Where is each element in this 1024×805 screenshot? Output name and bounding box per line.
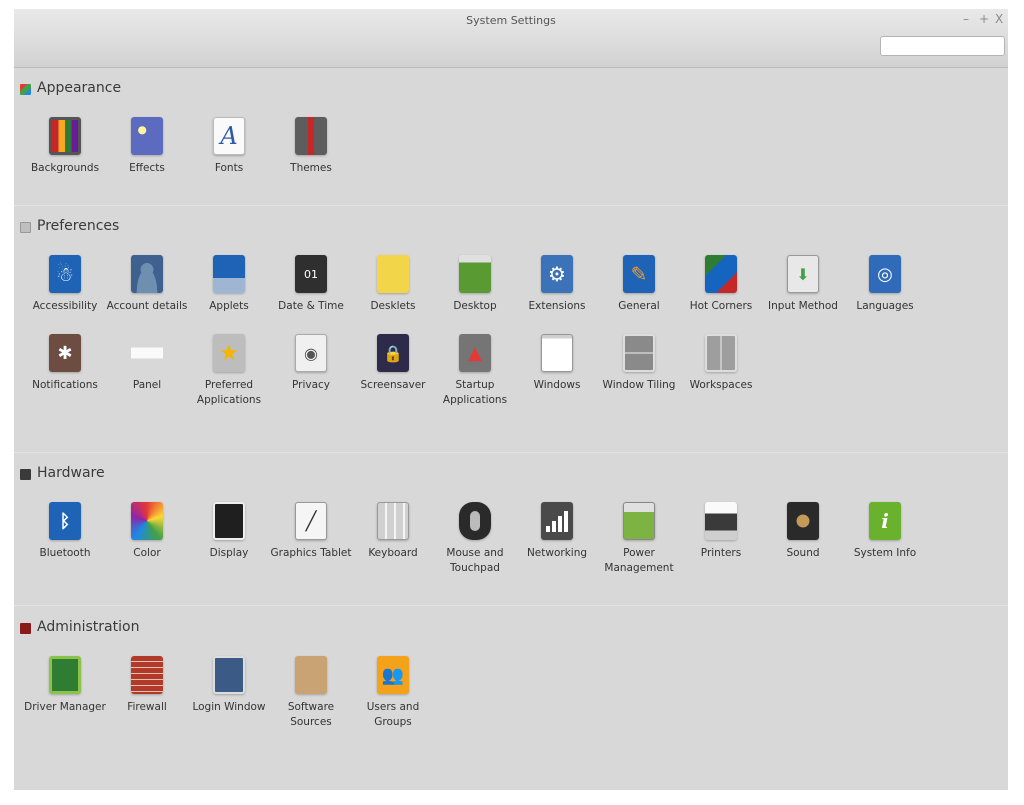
settings-item-date-time[interactable]: 01 Date & Time: [270, 255, 352, 327]
date-time-icon: 01: [295, 255, 327, 293]
software-sources-icon: [295, 656, 327, 694]
notifications-icon: ✱: [49, 334, 81, 372]
settings-item-extensions[interactable]: ⚙ Extensions: [516, 255, 598, 327]
fonts-icon: A: [213, 117, 245, 155]
settings-item-effects[interactable]: Effects: [106, 117, 188, 189]
search-input[interactable]: [880, 36, 1005, 56]
users-groups-icon: 👥: [377, 656, 409, 694]
privacy-icon: ◉: [295, 334, 327, 372]
graphics-tablet-icon: ╱: [295, 502, 327, 540]
settings-item-keyboard[interactable]: Keyboard: [352, 502, 434, 574]
settings-item-languages[interactable]: ◎ Languages: [844, 255, 926, 327]
settings-item-notifications[interactable]: ✱ Notifications: [24, 334, 106, 406]
section-divider: [14, 605, 1008, 606]
settings-item-general[interactable]: ✎ General: [598, 255, 680, 327]
hot-corners-icon: [705, 255, 737, 293]
settings-item-color[interactable]: Color: [106, 502, 188, 574]
account-details-icon: [131, 255, 163, 293]
settings-item-desklets[interactable]: Desklets: [352, 255, 434, 327]
networking-icon: [541, 502, 573, 540]
settings-item-window-tiling[interactable]: Window Tiling: [598, 334, 680, 406]
settings-item-screensaver[interactable]: 🔒 Screensaver: [352, 334, 434, 406]
appearance-icon: [20, 84, 31, 95]
settings-item-backgrounds[interactable]: Backgrounds: [24, 117, 106, 189]
preferences-icon: [20, 222, 31, 233]
settings-item-software-sources[interactable]: Software Sources: [270, 656, 352, 728]
settings-item-system-info[interactable]: i System Info: [844, 502, 926, 574]
settings-item-themes[interactable]: Themes: [270, 117, 352, 189]
settings-item-applets[interactable]: Applets: [188, 255, 270, 327]
settings-item-graphics-tablet[interactable]: ╱ Graphics Tablet: [270, 502, 352, 574]
settings-item-power-management[interactable]: Power Management: [598, 502, 680, 574]
settings-item-printers[interactable]: Printers: [680, 502, 762, 574]
battery-icon: [623, 502, 655, 540]
preferred-applications-icon: ★: [213, 334, 245, 372]
display-icon: [213, 502, 245, 540]
title-bar[interactable]: System Settings – + X: [14, 9, 1008, 68]
startup-applications-icon: ▲: [459, 334, 491, 372]
settings-item-workspaces[interactable]: Workspaces: [680, 334, 762, 406]
languages-icon: ◎: [869, 255, 901, 293]
speaker-icon: [787, 502, 819, 540]
settings-item-display[interactable]: Display: [188, 502, 270, 574]
color-icon: [131, 502, 163, 540]
panel-icon: [131, 334, 163, 372]
settings-item-mouse-touchpad[interactable]: Mouse and Touchpad: [434, 502, 516, 574]
settings-item-desktop[interactable]: Desktop: [434, 255, 516, 327]
workspaces-icon: [705, 334, 737, 372]
settings-item-windows[interactable]: Windows: [516, 334, 598, 406]
settings-item-users-and-groups[interactable]: 👥 Users and Groups: [352, 656, 434, 728]
system-settings-window: System Settings – + X Appearance Backgro…: [14, 9, 1008, 790]
section-divider: [14, 452, 1008, 453]
desklets-icon: [377, 255, 409, 293]
settings-item-startup-applications[interactable]: ▲ Startup Applications: [434, 334, 516, 406]
settings-item-hot-corners[interactable]: Hot Corners: [680, 255, 762, 327]
window-title: System Settings: [466, 14, 556, 27]
section-title: Appearance: [37, 80, 122, 96]
section-title: Administration: [37, 619, 140, 635]
input-method-icon: ⬇: [787, 255, 819, 293]
themes-icon: [295, 117, 327, 155]
settings-item-driver-manager[interactable]: Driver Manager: [24, 656, 106, 728]
close-button[interactable]: X: [995, 12, 1003, 26]
mouse-icon: [459, 502, 491, 540]
settings-item-accessibility[interactable]: ☃ Accessibility: [24, 255, 106, 327]
backgrounds-icon: [49, 117, 81, 155]
settings-item-firewall[interactable]: Firewall: [106, 656, 188, 728]
settings-item-bluetooth[interactable]: ᛒ Bluetooth: [24, 502, 106, 574]
effects-icon: [131, 117, 163, 155]
settings-item-login-window[interactable]: Login Window: [188, 656, 270, 728]
screensaver-icon: 🔒: [377, 334, 409, 372]
maximize-button[interactable]: +: [979, 12, 989, 26]
settings-item-privacy[interactable]: ◉ Privacy: [270, 334, 352, 406]
section-divider: [14, 205, 1008, 206]
keyboard-icon: [377, 502, 409, 540]
accessibility-icon: ☃: [49, 255, 81, 293]
printer-icon: [705, 502, 737, 540]
settings-item-sound[interactable]: Sound: [762, 502, 844, 574]
window-tiling-icon: [623, 334, 655, 372]
settings-item-panel[interactable]: Panel: [106, 334, 188, 406]
applets-icon: [213, 255, 245, 293]
administration-icon: [20, 623, 31, 634]
minimize-button[interactable]: –: [963, 12, 969, 26]
driver-manager-icon: [49, 656, 81, 694]
firewall-icon: [131, 656, 163, 694]
hardware-icon: [20, 469, 31, 480]
desktop-icon: [459, 255, 491, 293]
settings-item-fonts[interactable]: A Fonts: [188, 117, 270, 189]
extensions-icon: ⚙: [541, 255, 573, 293]
settings-item-input-method[interactable]: ⬇ Input Method: [762, 255, 844, 327]
settings-item-preferred-applications[interactable]: ★ Preferred Applications: [188, 334, 270, 406]
settings-item-account-details[interactable]: Account details: [106, 255, 188, 327]
login-window-icon: [213, 656, 245, 694]
general-icon: ✎: [623, 255, 655, 293]
section-title: Hardware: [37, 465, 105, 481]
windows-icon: [541, 334, 573, 372]
settings-item-networking[interactable]: Networking: [516, 502, 598, 574]
bluetooth-icon: ᛒ: [49, 502, 81, 540]
section-title: Preferences: [37, 218, 120, 234]
info-icon: i: [869, 502, 901, 540]
